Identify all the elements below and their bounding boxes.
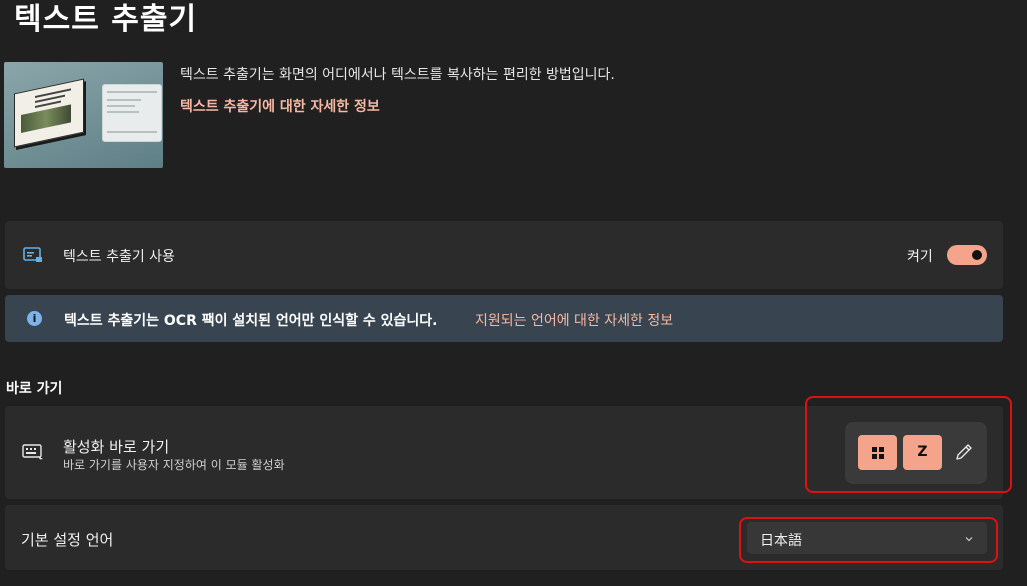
language-dropdown[interactable]: 日本語 — [747, 522, 987, 554]
enable-label: 텍스트 추출기 사용 — [63, 249, 175, 265]
hero-image — [4, 62, 163, 168]
toggle-knob — [972, 250, 982, 260]
supported-languages-link[interactable]: 지원되는 언어에 대한 자세한 정보 — [475, 310, 673, 330]
toggle-state-label: 켜기 — [907, 249, 933, 265]
page-description: 텍스트 추출기는 화면의 어디에서나 텍스트를 복사하는 편리한 방법입니다. — [180, 67, 615, 83]
ocr-info-message: 텍스트 추출기는 OCR 팩이 설치된 언어만 인식할 수 있습니다. — [64, 313, 438, 329]
keyboard-icon — [22, 444, 43, 460]
windows-key — [858, 435, 897, 470]
learn-more-link[interactable]: 텍스트 추출기에 대한 자세한 정보 — [180, 96, 380, 116]
hero-window-illustration — [102, 84, 162, 142]
preferred-language-label: 기본 설정 언어 — [21, 531, 114, 549]
page-title: 텍스트 추출기 — [14, 2, 198, 37]
shortcut-keys-group[interactable]: Z — [845, 422, 987, 484]
enable-text-extractor-card: 텍스트 추출기 사용 켜기 — [5, 221, 1003, 289]
enable-toggle[interactable] — [947, 245, 987, 265]
info-icon: i — [27, 311, 42, 326]
activation-shortcut-card: 활성화 바로 가기 바로 가기를 사용자 지정하여 이 모듈 활성화 Z — [5, 406, 1003, 499]
windows-logo-icon — [872, 447, 884, 459]
text-extractor-icon — [23, 247, 42, 262]
ocr-info-bar: i 텍스트 추출기는 OCR 팩이 설치된 언어만 인식할 수 있습니다. 지원… — [5, 295, 1003, 342]
pencil-icon[interactable] — [953, 441, 975, 463]
shortcut-section-heading: 바로 가기 — [6, 381, 63, 397]
chevron-down-icon — [965, 537, 973, 542]
hero-book-illustration — [14, 78, 84, 148]
activation-shortcut-description: 바로 가기를 사용자 지정하여 이 모듈 활성화 — [63, 458, 285, 472]
language-selected-value: 日本語 — [760, 533, 802, 549]
activation-shortcut-label: 활성화 바로 가기 — [63, 438, 170, 456]
preferred-language-card: 기본 설정 언어 日本語 — [5, 505, 1003, 570]
z-key: Z — [903, 435, 942, 470]
